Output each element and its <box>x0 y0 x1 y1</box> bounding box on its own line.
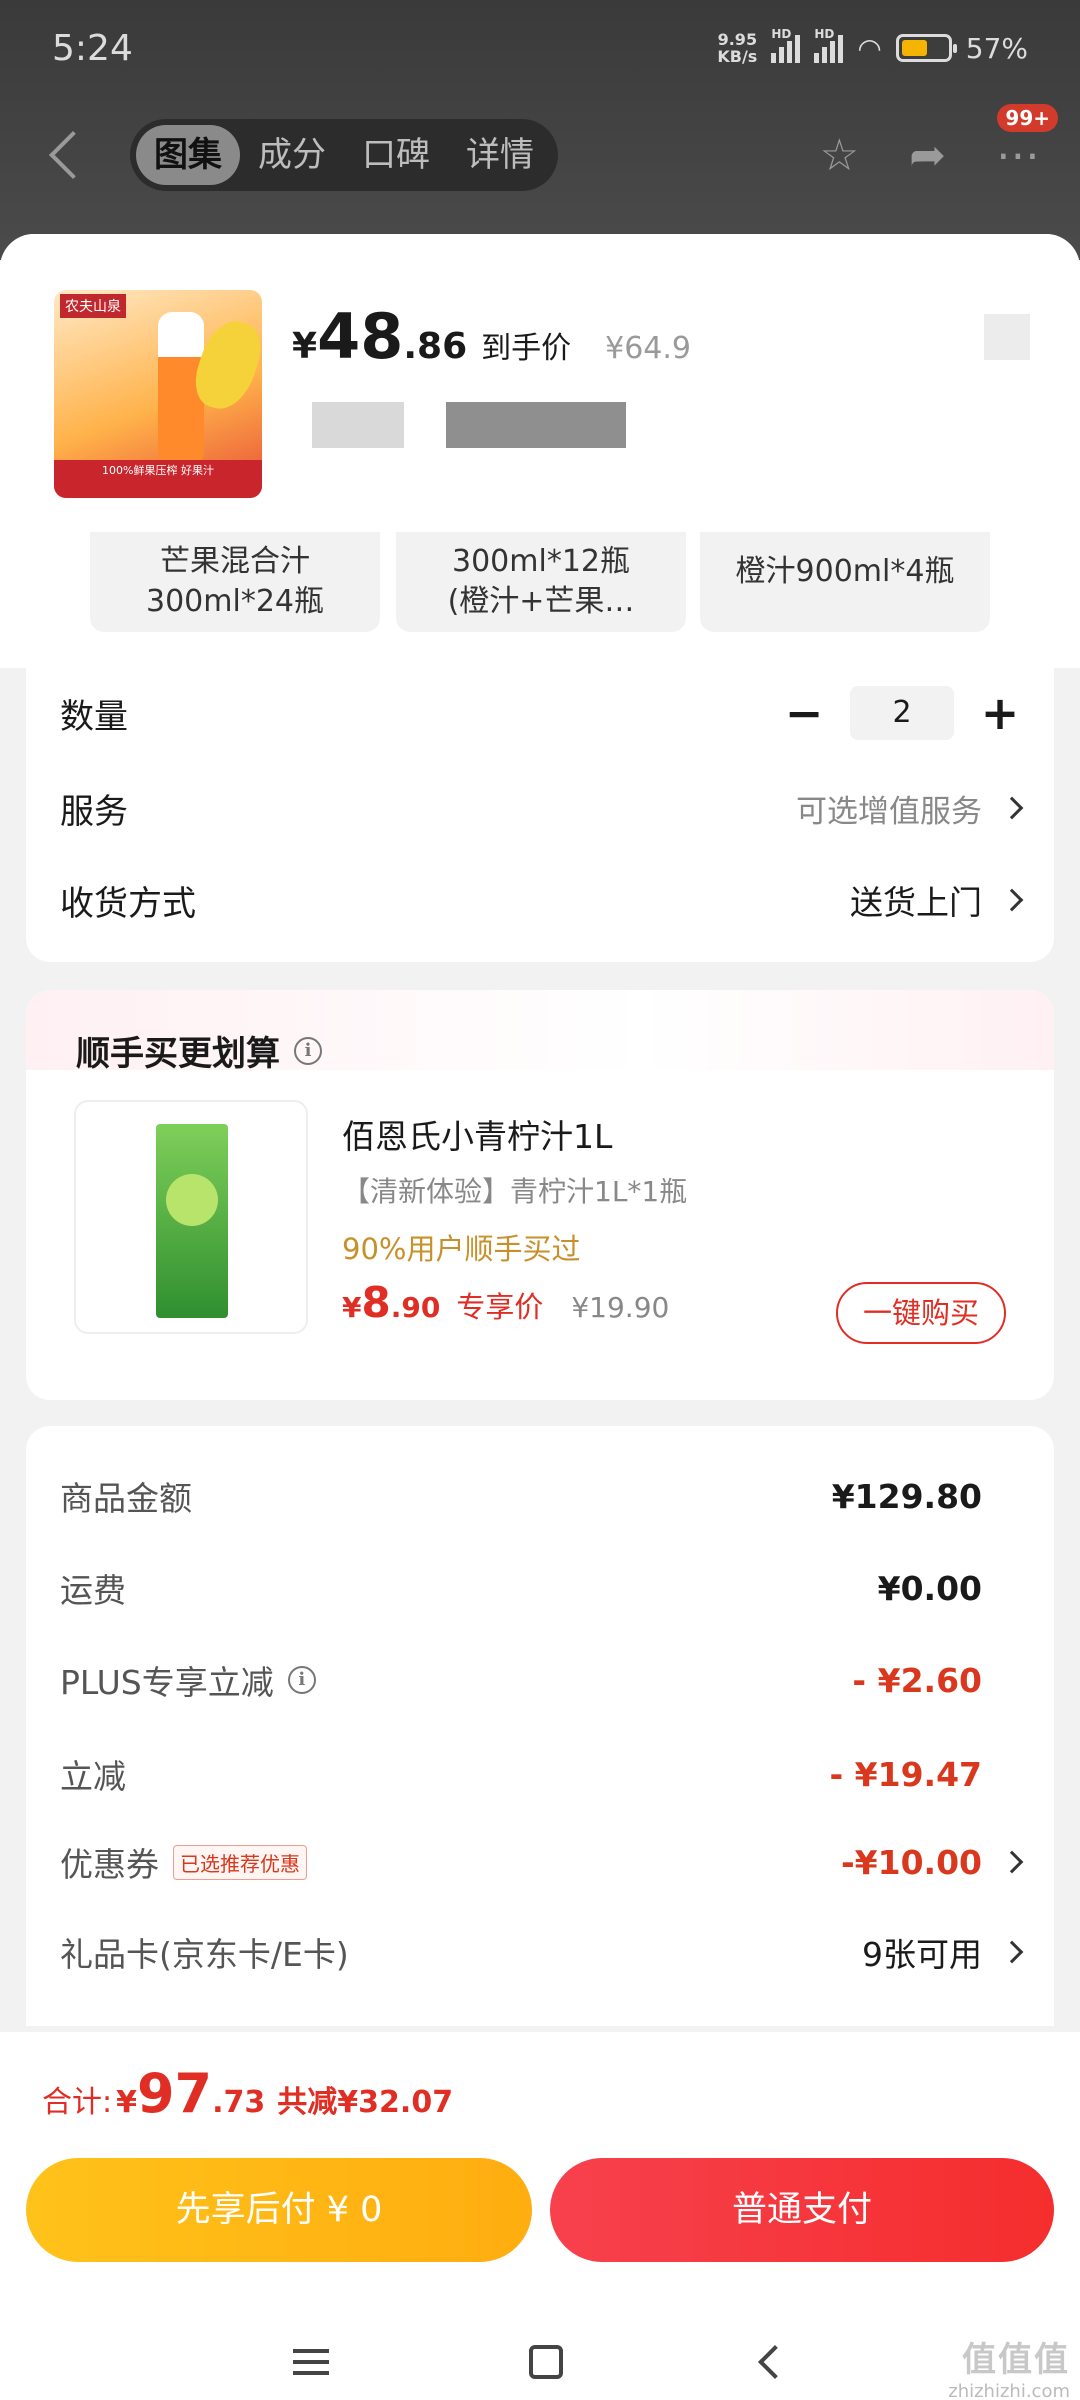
network-speed: 9.95 KB/s <box>717 30 758 66</box>
price-label: 到手价 <box>481 331 572 366</box>
coupon-badge: 已选推荐优惠 <box>173 1844 307 1880</box>
chevron-right-icon <box>1000 796 1024 820</box>
summary-row: 运费 ¥0.00 <box>60 1568 982 1611</box>
plus-button[interactable]: + <box>980 690 1020 736</box>
delivery-value: 送货上门 <box>850 876 1024 924</box>
quantity-input[interactable]: 2 <box>850 686 954 740</box>
menu-icon[interactable] <box>293 2349 329 2375</box>
coupon-row[interactable]: 优惠券 已选推荐优惠 -¥10.00 <box>60 1832 1024 1892</box>
addon-original-price: ¥19.90 <box>571 1291 670 1324</box>
battery-icon <box>895 34 957 62</box>
signal-icon-2: HD <box>814 27 844 63</box>
top-nav: 图集 成分 口碑 详情 ☆ ➦ ⋯ 99+ <box>0 103 1080 200</box>
status-bar: 5:24 9.95 KB/s HD HD ◠ 57% <box>0 0 1080 96</box>
quantity-row: 数量 − 2 + <box>60 668 1020 758</box>
home-icon[interactable] <box>529 2345 563 2379</box>
delivery-label: 收货方式 <box>60 883 196 924</box>
addon-product-name[interactable]: 佰恩氏小青柠汁1L <box>342 1110 612 1158</box>
blurred-info <box>312 402 404 448</box>
tab-ingredients[interactable]: 成分 <box>240 125 344 185</box>
quantity-stepper: − 2 + <box>784 686 1020 740</box>
tab-reviews[interactable]: 口碑 <box>344 125 448 185</box>
tab-gallery[interactable]: 图集 <box>136 125 240 185</box>
battery-percent: 57% <box>965 31 1028 65</box>
spec-option[interactable]: 300ml*12瓶 (橙汁+芒果… <box>396 532 686 632</box>
nav-actions: ☆ ➦ ⋯ 99+ <box>820 103 1058 181</box>
minus-button[interactable]: − <box>784 690 824 736</box>
total-savings: 共减¥32.07 <box>277 2085 454 2120</box>
battery-level <box>901 40 927 56</box>
spec-option[interactable]: 橙汁900ml*4瓶 <box>700 532 990 632</box>
product-image[interactable]: 农夫山泉 100%鲜果压榨 好果汁 <box>54 290 262 498</box>
more-icon[interactable]: ⋯ <box>996 130 1040 181</box>
back-icon[interactable] <box>758 2345 792 2379</box>
status-indicators: 9.95 KB/s HD HD ◠ 57% <box>717 27 1028 66</box>
system-nav-bar <box>0 2324 1080 2400</box>
info-icon[interactable]: i <box>287 1666 316 1694</box>
one-click-buy-button[interactable]: 一键购买 <box>836 1282 1006 1344</box>
pay-later-button[interactable]: 先享后付 ¥ 0 <box>26 2158 532 2262</box>
price-integer: 48 <box>317 300 404 373</box>
back-icon[interactable] <box>48 130 98 180</box>
blurred-info-2 <box>446 402 626 448</box>
checkout-footer: 合计: ¥ 97 .73 共减¥32.07 先享后付 ¥ 0 普通支付 值值值 … <box>0 2032 1080 2400</box>
chevron-right-icon <box>1000 1940 1024 1964</box>
addon-product-price: ¥ 8 .90 专享价 ¥19.90 <box>342 1278 670 1327</box>
brand-logo: 农夫山泉 <box>60 294 126 318</box>
price-decimal: .86 <box>403 326 468 367</box>
summary-row: PLUS专享立减 i - ¥2.60 <box>60 1660 982 1703</box>
info-icon[interactable]: i <box>294 1036 322 1065</box>
watermark: 值值值 zhizhizhi.com <box>948 2340 1070 2400</box>
chevron-right-icon <box>1000 1850 1024 1874</box>
addon-product-note: 90%用户顺手买过 <box>342 1232 581 1266</box>
normal-pay-button[interactable]: 普通支付 <box>550 2158 1054 2262</box>
addon-product-image[interactable] <box>74 1100 308 1334</box>
star-icon[interactable]: ☆ <box>820 130 859 181</box>
message-badge: 99+ <box>997 103 1058 132</box>
order-total: 合计: ¥ 97 .73 共减¥32.07 <box>42 2062 454 2125</box>
gift-card-row[interactable]: 礼品卡(京东卡/E卡) 9张可用 <box>60 1922 1024 1982</box>
service-row[interactable]: 服务 可选增值服务 <box>60 768 1024 848</box>
delivery-row[interactable]: 收货方式 送货上门 <box>60 860 1024 940</box>
tab-details[interactable]: 详情 <box>448 125 552 185</box>
cross-sell-card: 顺手买更划算 i 佰恩氏小青柠汁1L 【清新体验】青柠汁1L*1瓶 90%用户顺… <box>26 990 1054 1400</box>
price-summary: 商品金额 ¥129.80 运费 ¥0.00 PLUS专享立减 i - ¥2.60… <box>26 1426 1054 2026</box>
product-price: ¥ 48 .86 到手价 ¥64.9 <box>292 300 692 373</box>
nav-tabs: 图集 成分 口碑 详情 <box>130 119 558 191</box>
wifi-icon: ◠ <box>857 31 882 65</box>
product-header: 农夫山泉 100%鲜果压榨 好果汁 ¥ 48 .86 到手价 ¥64.9 <box>0 234 1080 532</box>
spec-options: 芒果混合汁 300ml*24瓶 300ml*12瓶 (橙汁+芒果… 橙汁900m… <box>0 532 1080 668</box>
original-price: ¥64.9 <box>605 331 692 366</box>
service-label: 服务 <box>60 791 128 832</box>
order-options: 数量 − 2 + 服务 可选增值服务 收货方式 送货上门 <box>26 668 1054 962</box>
signal-icon: HD <box>771 27 801 63</box>
service-value: 可选增值服务 <box>796 786 1024 831</box>
juice-carton-illustration <box>156 1124 228 1318</box>
spec-option[interactable]: 芒果混合汁 300ml*24瓶 <box>90 532 380 632</box>
cross-sell-title: 顺手买更划算 i <box>76 1026 322 1075</box>
share-icon[interactable]: ➦ <box>909 130 946 181</box>
image-caption: 100%鲜果压榨 好果汁 <box>54 460 262 498</box>
summary-row: 商品金额 ¥129.80 <box>60 1476 982 1519</box>
chevron-right-icon <box>1000 888 1024 912</box>
quantity-label: 数量 <box>60 696 128 737</box>
addon-product-spec: 【清新体验】青柠汁1L*1瓶 <box>342 1175 688 1208</box>
exclusive-price-label: 专享价 <box>456 1290 544 1324</box>
summary-row: 立减 - ¥19.47 <box>60 1754 982 1797</box>
status-time: 5:24 <box>52 27 133 69</box>
close-icon[interactable] <box>984 314 1030 360</box>
